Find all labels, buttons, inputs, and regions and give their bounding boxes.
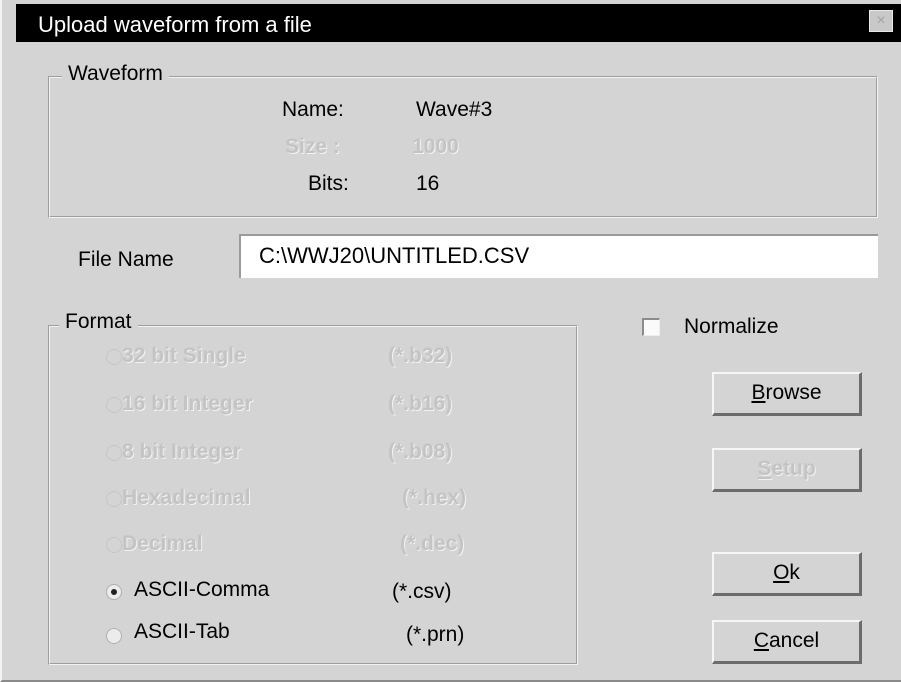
normalize-checkbox[interactable]	[642, 318, 660, 336]
size-label: Size :	[285, 135, 340, 158]
radio-icon	[106, 537, 122, 553]
cancel-button[interactable]: Cancel	[712, 620, 862, 664]
format-option-ext: (*.b16)	[388, 392, 453, 415]
format-group-label: Format	[59, 310, 138, 334]
window-title: Upload waveform from a file	[38, 12, 312, 37]
bits-value: 16	[416, 172, 440, 195]
format-option-ext: (*.prn)	[406, 623, 465, 646]
close-icon: ×	[876, 12, 886, 29]
name-label: Name:	[282, 98, 344, 121]
name-value: Wave#3	[416, 98, 493, 121]
normalize-label: Normalize	[684, 315, 779, 338]
radio-icon	[106, 491, 122, 507]
radio-selected-icon[interactable]	[106, 584, 122, 600]
radio-icon	[106, 349, 122, 365]
size-value: 1000	[412, 135, 459, 158]
format-option-label: 16 bit Integer	[122, 392, 253, 415]
file-name-field[interactable]: C:\WWJ20\UNTITLED.CSV	[239, 234, 878, 278]
format-option-label: 8 bit Integer	[122, 440, 242, 463]
radio-icon	[106, 445, 122, 461]
bits-label: Bits:	[308, 172, 349, 195]
format-option-label: 32 bit Single	[122, 344, 246, 367]
upload-waveform-dialog: Upload waveform from a file × Waveform N…	[0, 0, 901, 682]
format-option-ext: (*.b08)	[388, 440, 453, 463]
close-button[interactable]: ×	[869, 10, 893, 32]
format-option-label: Decimal	[122, 532, 203, 555]
format-option-label: ASCII-Tab	[134, 620, 230, 643]
format-option-ext: (*.csv)	[392, 580, 452, 603]
format-option-label: ASCII-Comma	[134, 578, 270, 601]
setup-button[interactable]: Setup	[712, 448, 862, 492]
format-option-label: Hexadecimal	[122, 486, 251, 509]
waveform-group-label: Waveform	[62, 62, 169, 86]
format-option-ext: (*.b32)	[388, 344, 453, 367]
title-bar[interactable]: Upload waveform from a file	[16, 4, 901, 42]
file-name-label: File Name	[78, 248, 174, 271]
ok-button[interactable]: Ok	[712, 552, 862, 596]
format-option-ext: (*.hex)	[402, 486, 467, 509]
browse-button[interactable]: Browse	[712, 372, 862, 416]
radio-icon	[106, 397, 122, 413]
radio-icon[interactable]	[106, 628, 122, 644]
format-option-ext: (*.dec)	[400, 532, 465, 555]
